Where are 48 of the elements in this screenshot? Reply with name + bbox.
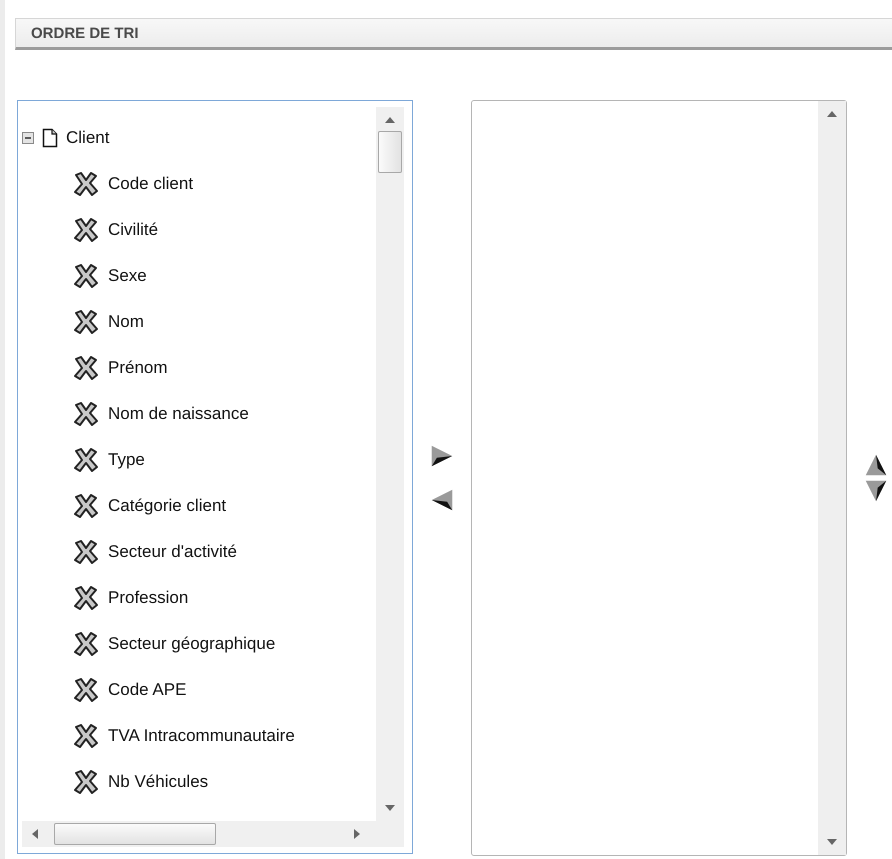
tree-item-label[interactable]: Sexe — [108, 266, 147, 286]
document-icon — [42, 128, 58, 148]
cross-icon — [72, 723, 100, 749]
horizontal-scrollbar[interactable] — [22, 821, 404, 847]
tree-item-label[interactable]: Nom — [108, 312, 144, 332]
tree-item-label[interactable]: Secteur géographique — [108, 634, 276, 654]
cross-icon — [72, 769, 100, 795]
scroll-up-icon[interactable] — [827, 111, 837, 117]
cross-icon — [72, 493, 100, 519]
section-title: ORDRE DE TRI — [31, 24, 139, 42]
cross-icon — [72, 631, 100, 657]
scroll-thumb[interactable] — [54, 823, 216, 845]
tree-item-label[interactable]: Nom de naissance — [108, 404, 249, 424]
tree-item-label[interactable]: Civilité — [108, 220, 158, 240]
cross-icon — [72, 217, 100, 243]
remove-arrow-button[interactable] — [430, 488, 454, 512]
cross-icon — [72, 447, 100, 473]
scroll-left-icon[interactable] — [32, 829, 38, 839]
tree-item-label[interactable]: Profession — [108, 588, 188, 608]
vertical-scrollbar[interactable] — [818, 101, 846, 855]
vertical-scrollbar[interactable] — [376, 107, 404, 821]
cross-icon — [72, 585, 100, 611]
cross-icon — [72, 171, 100, 197]
tree-item-label[interactable]: Client — [66, 128, 110, 148]
tree-item-label[interactable]: Secteur d'activité — [108, 542, 237, 562]
cross-icon — [72, 309, 100, 335]
cross-icon — [72, 263, 100, 289]
scroll-thumb[interactable] — [378, 131, 402, 173]
collapse-icon[interactable] — [22, 132, 34, 144]
move-down-button[interactable] — [864, 479, 888, 503]
tree-item-label[interactable]: Catégorie client — [108, 496, 226, 516]
cross-icon — [72, 539, 100, 565]
cross-icon — [72, 677, 100, 703]
scroll-down-icon[interactable] — [385, 805, 395, 811]
tree-item-label[interactable]: Code APE — [108, 680, 186, 700]
add-arrow-button[interactable] — [430, 444, 454, 468]
tree-item-label[interactable]: Nb Véhicules — [108, 772, 208, 792]
cross-icon — [72, 355, 100, 381]
cross-icon — [72, 401, 100, 427]
tree-item-label[interactable]: TVA Intracommunautaire — [108, 726, 295, 746]
tree-item-label[interactable]: Prénom — [108, 358, 168, 378]
field-tree[interactable]: Client Code client Civilité Sexe Nom Prénom Nom de naissance Type Catégorie client Secteur d'activité Profession Secteur géographique Code APE TVA Intracommunautaire Nb Véhicules — [17, 100, 413, 854]
scroll-up-icon[interactable] — [385, 117, 395, 123]
tree-item-label[interactable]: Code client — [108, 174, 194, 194]
scroll-right-icon[interactable] — [354, 829, 360, 839]
move-up-button[interactable] — [864, 453, 888, 477]
scroll-down-icon[interactable] — [827, 839, 837, 845]
tree-item-label[interactable]: Type — [108, 450, 145, 470]
